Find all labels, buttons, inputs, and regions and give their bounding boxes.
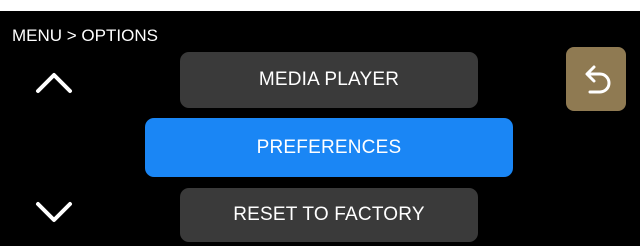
chevron-up-icon	[36, 73, 72, 93]
scroll-down-button[interactable]	[32, 196, 76, 230]
chevron-down-icon	[36, 202, 72, 222]
menu-item-label: RESET TO FACTORY	[233, 204, 425, 225]
menu-item-preferences[interactable]: PREFERENCES	[145, 118, 513, 177]
scroll-up-button[interactable]	[32, 65, 76, 99]
menu-item-media-player[interactable]: MEDIA PLAYER	[180, 52, 478, 108]
menu-item-label: MEDIA PLAYER	[258, 69, 400, 90]
back-arrow-icon	[585, 65, 611, 94]
menu-item-label: PREFERENCES	[256, 136, 402, 158]
back-button[interactable]	[566, 47, 626, 111]
breadcrumb: MENU > OPTIONS	[12, 26, 158, 45]
menu-item-reset-to-factory[interactable]: RESET TO FACTORY	[180, 188, 478, 242]
